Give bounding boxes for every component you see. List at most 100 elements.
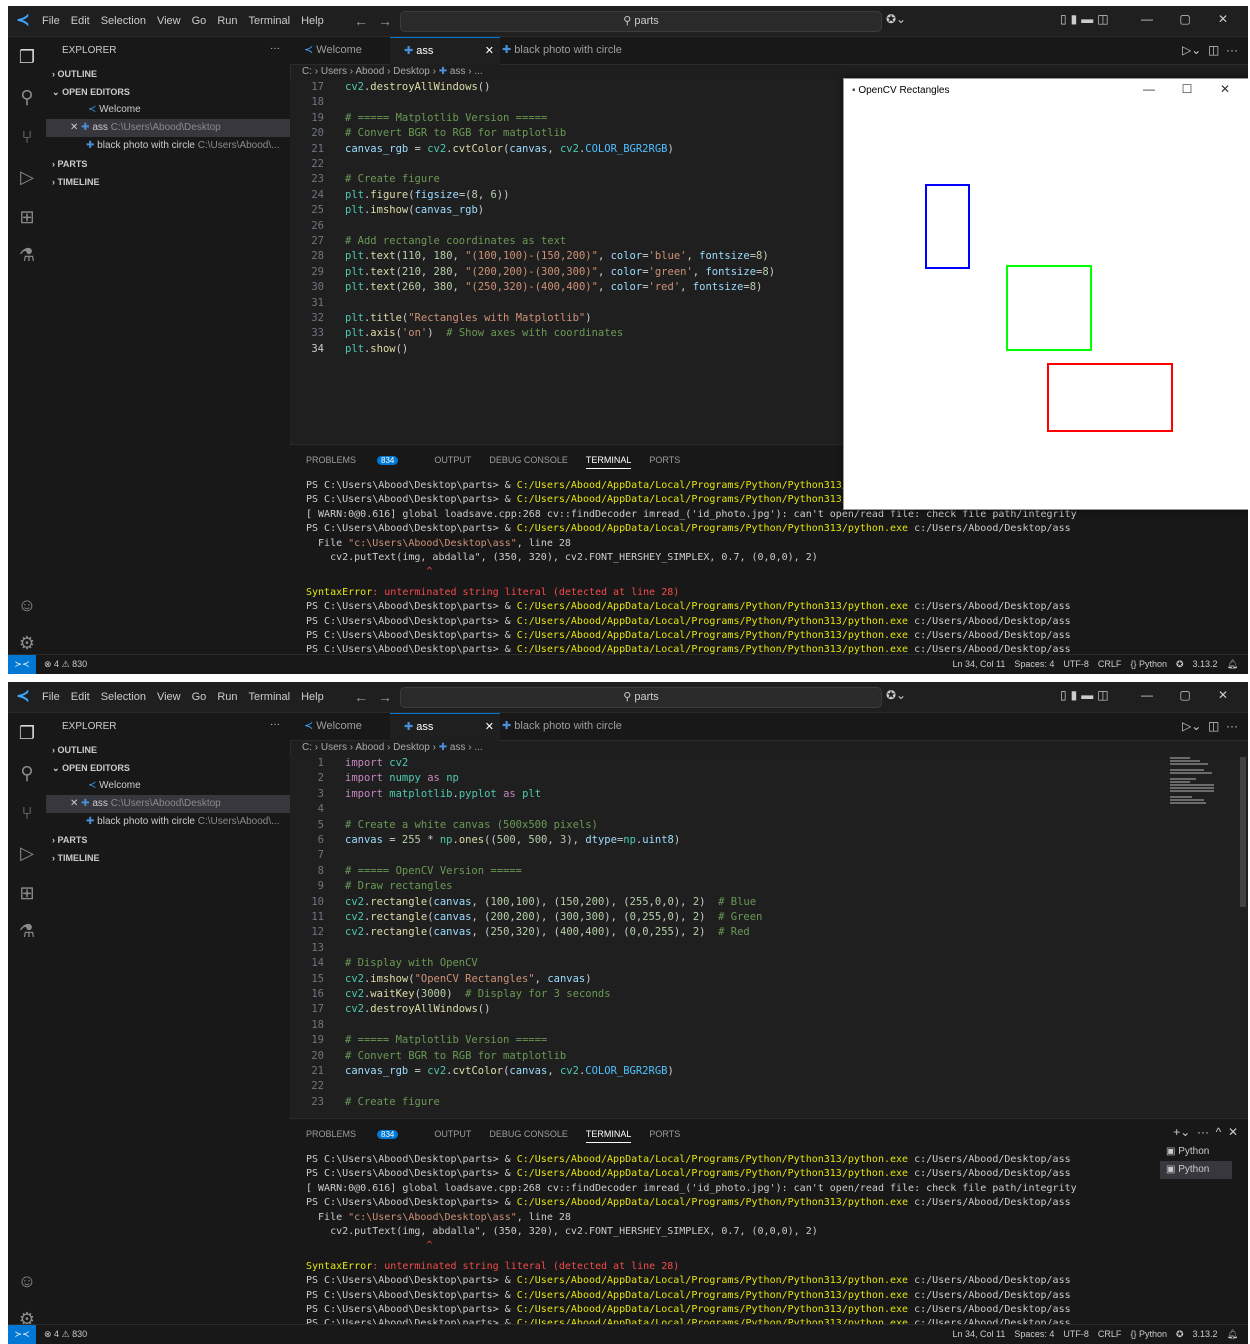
open-editors-section[interactable]: ⌄ OPEN EDITORS	[46, 759, 290, 777]
command-center-search[interactable]: ⚲ parts	[400, 11, 882, 32]
copilot-icon[interactable]: ✪⌄	[886, 688, 906, 702]
code-line[interactable]: 21 canvas_rgb = cv2.cvtColor(canvas, cv2.…	[290, 1064, 1248, 1079]
menu-selection[interactable]: Selection	[101, 15, 146, 27]
menu-terminal[interactable]: Terminal	[249, 15, 291, 27]
breadcrumb-item[interactable]: ...	[474, 742, 482, 753]
extensions-icon[interactable]: ⊞	[15, 881, 39, 905]
menu-file[interactable]: File	[42, 691, 60, 703]
close-panel-icon[interactable]: ✕	[1228, 1125, 1238, 1139]
terminal-instance[interactable]: ▣ Python	[1160, 1143, 1232, 1161]
close-icon[interactable]: ✕	[1204, 12, 1242, 26]
code-line[interactable]: 2 import numpy as np	[290, 771, 1248, 786]
more-actions-icon[interactable]: ···	[270, 43, 280, 54]
more-icon[interactable]: ···	[1197, 1125, 1209, 1139]
copilot-icon[interactable]: ✪⌄	[886, 12, 906, 26]
menu-file[interactable]: File	[42, 15, 60, 27]
breadcrumb-item[interactable]: C:	[302, 66, 312, 77]
menu-run[interactable]: Run	[217, 691, 237, 703]
breadcrumb-item[interactable]: Abood	[355, 742, 384, 753]
run-icon[interactable]: ▷⌄	[1182, 43, 1201, 57]
open-editor-item[interactable]: ≺ Welcome	[46, 777, 290, 795]
search-icon[interactable]: ⚲	[15, 85, 39, 109]
close-icon[interactable]: ✕	[1206, 82, 1244, 96]
nav-arrows[interactable]: ←→	[354, 13, 402, 29]
breadcrumb-item[interactable]: ...	[474, 66, 482, 77]
timeline-section[interactable]: › TIMELINE	[46, 849, 290, 867]
account-icon[interactable]: ☺	[15, 593, 39, 617]
tab-debug-console[interactable]: DEBUG CONSOLE	[489, 1129, 568, 1143]
code-line[interactable]: 5 # Create a white canvas (500x500 pixels…	[290, 818, 1248, 833]
parts-section[interactable]: › PARTS	[46, 155, 290, 173]
tab-welcome[interactable]: ≺ Welcome	[296, 37, 396, 64]
encoding[interactable]: UTF-8	[1063, 1325, 1089, 1344]
code-editor[interactable]: 1 import cv2 2 import numpy as np 3 import ma…	[290, 756, 1248, 1116]
notifications-icon[interactable]: 🔔︎	[1227, 655, 1238, 674]
minimize-icon[interactable]: —	[1128, 688, 1166, 702]
breadcrumb-item[interactable]: C:	[302, 742, 312, 753]
code-line[interactable]: 17 cv2.destroyAllWindows()	[290, 1002, 1248, 1017]
close-icon[interactable]: ✕	[485, 714, 494, 741]
run-debug-icon[interactable]: ▷	[15, 165, 39, 189]
tab-ass[interactable]: ✚ ass ✕	[390, 37, 500, 65]
code-line[interactable]: 12 cv2.rectangle(canvas, (250,320), (400,…	[290, 925, 1248, 940]
nav-arrows[interactable]: ←→	[354, 689, 402, 705]
code-line[interactable]: 10 cv2.rectangle(canvas, (100,100), (150,…	[290, 895, 1248, 910]
source-control-icon[interactable]: ⑂	[15, 801, 39, 825]
tab-output[interactable]: OUTPUT	[434, 1129, 471, 1143]
run-icon[interactable]: ▷⌄	[1182, 719, 1201, 733]
more-actions-icon[interactable]: ···	[270, 719, 280, 730]
open-editor-item[interactable]: ✚ black photo with circle C:\Users\Abood…	[46, 813, 290, 831]
timeline-section[interactable]: › TIMELINE	[46, 173, 290, 191]
minimap[interactable]	[1170, 757, 1214, 805]
tab-debug-console[interactable]: DEBUG CONSOLE	[489, 455, 568, 469]
testing-icon[interactable]: ⚗	[15, 919, 39, 943]
tab-terminal[interactable]: TERMINAL	[585, 1129, 632, 1143]
code-line[interactable]: 23 # Create figure	[290, 1095, 1248, 1110]
maximize-icon[interactable]: ☐	[1168, 82, 1206, 96]
language-mode[interactable]: {} Python	[1130, 1325, 1167, 1344]
open-editor-item[interactable]: ≺ Welcome	[46, 101, 290, 119]
command-center-search[interactable]: ⚲ parts	[400, 687, 882, 708]
outline-section[interactable]: › OUTLINE	[46, 741, 290, 759]
remote-icon[interactable]: ≻≺	[8, 655, 36, 674]
tab-ports[interactable]: PORTS	[649, 455, 680, 469]
tab-black-photo[interactable]: ✚ black photo with circle	[496, 713, 642, 740]
layout-toggle-icons[interactable]: ▯▮▬◫	[1060, 688, 1113, 702]
tab-problems[interactable]: PROBLEMS 834	[306, 455, 416, 469]
copilot-status-icon[interactable]: ✪	[1176, 655, 1184, 674]
code-line[interactable]: 9 # Draw rectangles	[290, 879, 1248, 894]
more-icon[interactable]: ···	[1226, 719, 1238, 733]
line-ending[interactable]: CRLF	[1098, 1325, 1122, 1344]
code-line[interactable]: 14 # Display with OpenCV	[290, 956, 1248, 971]
code-line[interactable]: 18	[290, 1018, 1248, 1033]
menu-edit[interactable]: Edit	[71, 691, 90, 703]
settings-gear-icon[interactable]: ⚙	[15, 631, 39, 655]
tab-ass[interactable]: ✚ ass ✕	[390, 713, 500, 741]
code-line[interactable]: 19 # ===== Matplotlib Version =====	[290, 1033, 1248, 1048]
menu-view[interactable]: View	[157, 15, 181, 27]
menu-go[interactable]: Go	[192, 691, 207, 703]
encoding[interactable]: UTF-8	[1063, 655, 1089, 674]
code-line[interactable]: 13	[290, 941, 1248, 956]
code-line[interactable]: 15 cv2.imshow("OpenCV Rectangles", canvas…	[290, 972, 1248, 987]
breadcrumb-item[interactable]: Abood	[355, 66, 384, 77]
search-icon[interactable]: ⚲	[15, 761, 39, 785]
menu-run[interactable]: Run	[217, 15, 237, 27]
account-icon[interactable]: ☺	[15, 1269, 39, 1293]
close-icon[interactable]: ✕	[485, 38, 494, 65]
breadcrumb-item[interactable]: Users	[321, 742, 347, 753]
explorer-icon[interactable]: ❐	[15, 721, 39, 745]
code-line[interactable]: 11 cv2.rectangle(canvas, (200,200), (300,…	[290, 910, 1248, 925]
indentation[interactable]: Spaces: 4	[1014, 655, 1054, 674]
code-line[interactable]: 8 # ===== OpenCV Version =====	[290, 864, 1248, 879]
open-editor-item[interactable]: ✕ ✚ ass C:\Users\Abood\Desktop	[46, 795, 290, 813]
code-line[interactable]: 20 # Convert BGR to RGB for matplotlib	[290, 1049, 1248, 1064]
source-control-icon[interactable]: ⑂	[15, 125, 39, 149]
code-line[interactable]: 4	[290, 802, 1248, 817]
menu-selection[interactable]: Selection	[101, 691, 146, 703]
maximize-panel-icon[interactable]: ^	[1216, 1125, 1222, 1139]
restore-icon[interactable]: ▢	[1166, 12, 1204, 26]
tab-terminal[interactable]: TERMINAL	[585, 455, 632, 469]
code-line[interactable]: 6 canvas = 255 * np.ones((500, 500, 3), d…	[290, 833, 1248, 848]
testing-icon[interactable]: ⚗	[15, 243, 39, 267]
